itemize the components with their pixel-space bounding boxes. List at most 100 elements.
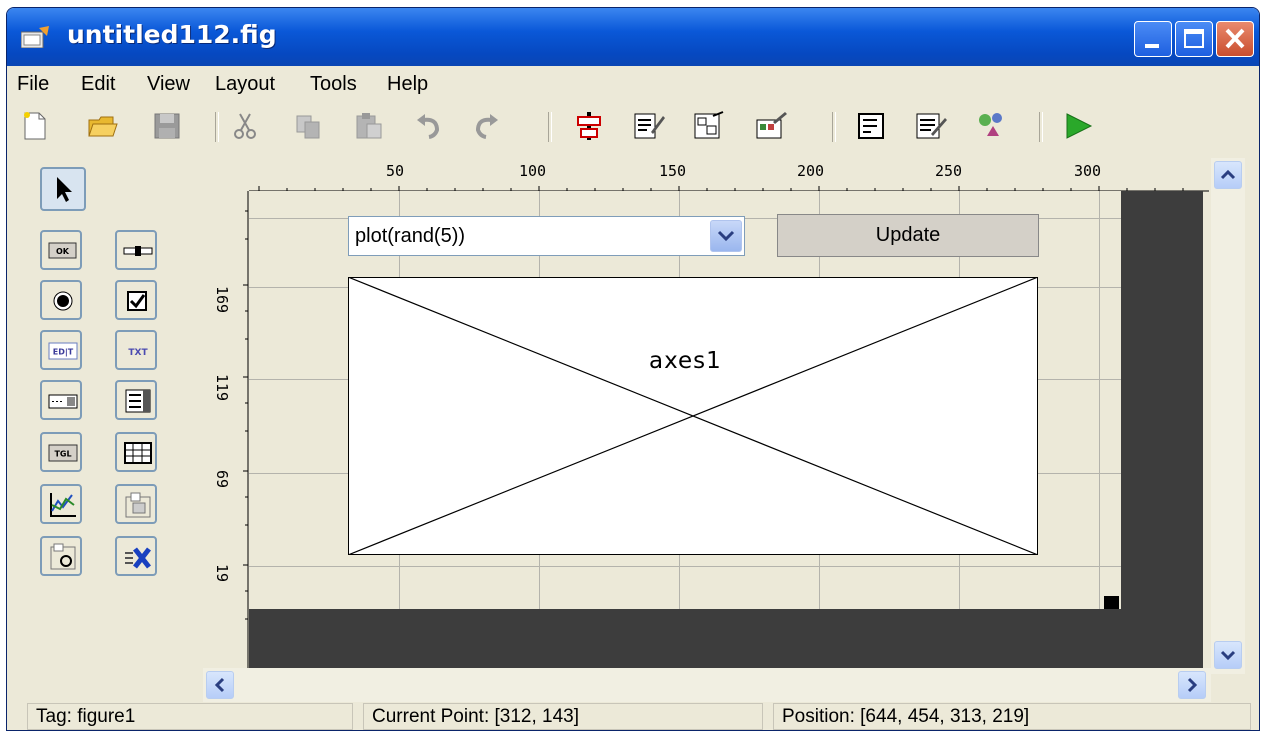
scroll-up-button[interactable] [1214, 161, 1242, 189]
ruler-top-label: 300 [1074, 162, 1102, 180]
popup-menu-tool[interactable] [40, 380, 82, 420]
menu-file[interactable]: File [17, 73, 49, 96]
cut-icon[interactable] [229, 110, 261, 142]
scroll-down-button[interactable] [1214, 641, 1242, 669]
new-file-icon[interactable] [19, 110, 51, 142]
toolbar-separator [1039, 112, 1043, 142]
ruler-left-label: 69 [213, 470, 231, 489]
toolbar-separator [548, 112, 552, 142]
minimize-icon [1145, 44, 1159, 48]
editor-icon[interactable] [855, 110, 887, 142]
update-button-label: Update [875, 224, 941, 246]
panel-tool[interactable] [115, 484, 157, 524]
undo-icon[interactable] [413, 110, 445, 142]
toggle-button-icon: TGL [48, 444, 78, 462]
static-text-tool[interactable]: TXT [115, 330, 157, 370]
menu-layout[interactable]: Layout [215, 73, 275, 96]
status-tag: Tag: figure1 [27, 703, 353, 730]
chevron-left-icon [214, 677, 225, 693]
axes-icon [50, 493, 76, 517]
maximize-button[interactable] [1175, 21, 1213, 57]
toggle-button-text: TGL [54, 450, 71, 459]
push-button-icon: OK [48, 242, 77, 259]
ruler-top-label: 150 [659, 162, 687, 180]
property-inspector-icon[interactable] [915, 110, 947, 142]
window-title: untitled112.fig [67, 20, 277, 49]
button-group-icon [50, 543, 76, 570]
palette-select-button[interactable] [40, 167, 86, 211]
toolbar-separator [832, 112, 836, 142]
figure-resize-handle[interactable] [1104, 596, 1119, 609]
ruler-top-label: 200 [797, 162, 825, 180]
left-ruler-ticks [243, 191, 249, 668]
checkbox-icon [127, 291, 147, 311]
update-button[interactable]: Update [777, 214, 1039, 257]
panel-icon [125, 492, 151, 518]
menu-help[interactable]: Help [387, 73, 428, 96]
static-text-icon: TXT [128, 348, 148, 358]
table-icon [124, 442, 152, 464]
ruler-left-label: 119 [213, 374, 231, 402]
toolbar-editor-icon[interactable] [755, 110, 787, 142]
minimize-button[interactable] [1134, 21, 1172, 57]
plot-type-popup[interactable]: plot(rand(5)) [348, 216, 745, 256]
radio-button-tool[interactable] [40, 280, 82, 320]
listbox-icon [125, 389, 151, 413]
align-objects-icon[interactable] [573, 110, 605, 142]
edit-text-icon: ED|T [48, 342, 78, 360]
layout-canvas[interactable]: plot(rand(5)) Update axes1 [249, 191, 1203, 668]
axes-cross-lines [348, 277, 1038, 555]
push-button-tool[interactable]: OK [40, 230, 82, 270]
chevron-down-icon [717, 230, 735, 242]
checkbox-tool[interactable] [115, 280, 157, 320]
vertical-scrollbar[interactable] [1211, 158, 1245, 674]
menu-editor-icon[interactable] [633, 110, 665, 142]
activex-control-icon [125, 547, 151, 569]
ruler-left-label: 169 [213, 286, 231, 314]
slider-tool[interactable] [115, 230, 157, 270]
close-button[interactable] [1216, 21, 1254, 57]
chevron-down-icon [1220, 650, 1236, 661]
listbox-tool[interactable] [115, 380, 157, 420]
paste-icon[interactable] [353, 110, 385, 142]
axes-tool[interactable] [40, 484, 82, 524]
save-icon[interactable] [151, 110, 183, 142]
popup-value: plot(rand(5)) [355, 225, 466, 247]
title-bar[interactable]: untitled112.fig [7, 8, 1259, 66]
scroll-right-button[interactable] [1178, 671, 1206, 699]
axes-placeholder[interactable]: axes1 [348, 277, 1038, 555]
matlab-figure-icon [21, 26, 49, 48]
status-bar: Tag: figure1 Current Point: [312, 143] P… [7, 703, 1259, 730]
redo-icon[interactable] [470, 110, 502, 142]
button-group-tool[interactable] [40, 536, 82, 576]
figure-area[interactable]: plot(rand(5)) Update axes1 [249, 191, 1121, 609]
close-icon [1225, 28, 1245, 49]
menu-tools[interactable]: Tools [310, 73, 357, 96]
static-text-text: TXT [128, 348, 148, 358]
edit-text-tool[interactable]: ED|T [40, 330, 82, 370]
toggle-button-tool[interactable]: TGL [40, 432, 82, 472]
run-icon[interactable] [1061, 110, 1093, 142]
ruler-top-label: 50 [386, 162, 405, 180]
copy-icon[interactable] [293, 110, 325, 142]
table-tool[interactable] [115, 432, 157, 472]
guide-window: untitled112.fig File Edit View Layout To… [6, 7, 1260, 731]
open-folder-icon[interactable] [87, 110, 119, 142]
popup-dropdown-button[interactable] [710, 220, 742, 252]
activex-control-tool[interactable] [115, 536, 157, 576]
popup-menu-icon [48, 394, 78, 409]
menu-edit[interactable]: Edit [81, 73, 115, 96]
slider-icon [123, 246, 153, 256]
menu-view[interactable]: View [147, 73, 190, 96]
ruler-top-label: 250 [935, 162, 963, 180]
status-position: Position: [644, 454, 313, 219] [773, 703, 1251, 730]
status-current-point: Current Point: [312, 143] [363, 703, 763, 730]
object-browser-icon[interactable] [975, 110, 1007, 142]
edit-text-text: ED|T [53, 348, 74, 357]
horizontal-scrollbar[interactable] [203, 668, 1211, 702]
tab-order-editor-icon[interactable] [693, 110, 725, 142]
chevron-right-icon [1187, 677, 1198, 693]
ruler-left-label: 19 [213, 564, 231, 583]
axes-tag-label: axes1 [649, 348, 722, 374]
scroll-left-button[interactable] [206, 671, 234, 699]
